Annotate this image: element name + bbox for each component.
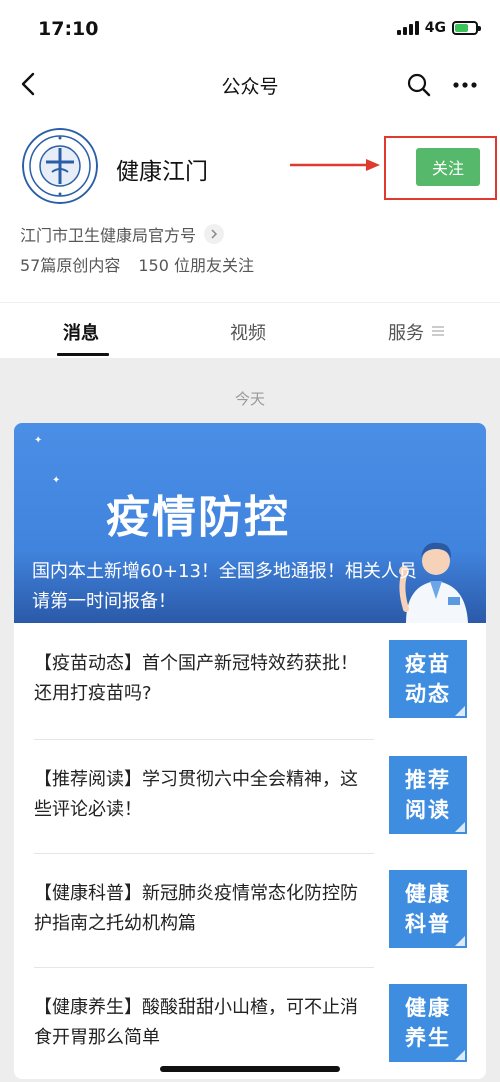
signal-icon: [396, 21, 419, 35]
account-logo-icon[interactable]: [22, 128, 98, 204]
date-separator: 今天: [234, 390, 265, 408]
tab-active-indicator: [57, 353, 109, 356]
article-thumbnail: 疫苗动态: [389, 640, 467, 718]
article-title: 【推荐阅读】学习贯彻六中全会精神，这些评论必读！: [34, 769, 358, 820]
corner-icon: [455, 1050, 465, 1060]
network-type: 4G: [424, 20, 446, 36]
status-time: 17:10: [38, 18, 99, 40]
article-title: 【健康科普】新冠肺炎疫情常态化防控防护指南之托幼机构篇: [34, 883, 358, 934]
article-thumbnail: 推荐阅读: [389, 756, 467, 834]
corner-icon: [455, 822, 465, 832]
status-indicators: 4G: [396, 20, 481, 36]
article-title: 【疫苗动态】首个国产新冠特效药获批！还用打疫苗吗?: [34, 653, 358, 704]
follow-button[interactable]: 关注: [416, 148, 480, 186]
sparkle-icon: ✦: [34, 435, 43, 446]
sparkle-icon: ✦: [52, 475, 61, 486]
article-item[interactable]: 【健康养生】酸酸甜甜小山楂，可不止消食开胃那么简单 健康养生: [14, 967, 486, 1079]
article-item[interactable]: 【健康科普】新冠肺炎疫情常态化防控防护指南之托幼机构篇 健康科普: [14, 853, 486, 967]
tab-messages[interactable]: 消息: [63, 319, 99, 345]
status-bar: 17:10 4G: [0, 0, 500, 58]
article-thumbnail: 健康科普: [389, 870, 467, 948]
article-thumbnail: 健康养生: [389, 984, 467, 1062]
more-dots-icon[interactable]: [452, 72, 478, 98]
article-item[interactable]: 【疫苗动态】首个国产新冠特效药获批！还用打疫苗吗? 疫苗动态: [14, 623, 486, 737]
chevron-right-icon: [204, 224, 225, 244]
banner-caption: 国内本土新增60+13！全国多地通报！相关人员请第一时间报备！: [32, 561, 417, 612]
account-name: 健康江门: [116, 159, 208, 185]
tab-bar: 消息 视频 服务: [0, 302, 500, 358]
corner-icon: [455, 706, 465, 716]
account-profile: 健康江门 关注 江门市卫生健康局官方号 57篇原创内容 150 位朋友关注: [0, 112, 500, 302]
battery-icon: [452, 21, 481, 35]
search-icon[interactable]: [406, 72, 432, 98]
menu-lines-icon: [432, 326, 444, 336]
tab-services[interactable]: 服务: [388, 319, 424, 345]
red-arrow-annotation: [290, 159, 380, 171]
thumbnail-text: 疫苗动态: [405, 652, 451, 706]
home-indicator[interactable]: [160, 1066, 340, 1072]
thumbnail-text: 推荐阅读: [405, 768, 451, 822]
banner-heading: 疫情防控: [106, 492, 290, 543]
account-stats: 57篇原创内容 150 位朋友关注: [20, 252, 254, 276]
article-title: 【健康养生】酸酸甜甜小山楂，可不止消食开胃那么简单: [34, 997, 358, 1048]
message-card: ✦ ✦ 疫情防控 国内本土新增60+13！全国多地通报！相关人员请第一时间报备！…: [14, 423, 486, 1079]
original-count: 57篇原创内容: [20, 256, 121, 275]
thumbnail-text: 健康科普: [405, 882, 451, 936]
friends-following: 150 位朋友关注: [138, 256, 255, 275]
corner-icon: [455, 936, 465, 946]
tab-videos[interactable]: 视频: [230, 319, 266, 345]
article-item[interactable]: 【推荐阅读】学习贯彻六中全会精神，这些评论必读！ 推荐阅读: [14, 739, 486, 853]
nav-bar: 公众号: [0, 58, 500, 112]
thumbnail-text: 健康养生: [405, 996, 451, 1050]
banner-article[interactable]: ✦ ✦ 疫情防控 国内本土新增60+13！全国多地通报！相关人员请第一时间报备！: [14, 423, 486, 623]
account-description-text: 江门市卫生健康局官方号: [20, 226, 197, 245]
account-description[interactable]: 江门市卫生健康局官方号: [20, 222, 225, 246]
